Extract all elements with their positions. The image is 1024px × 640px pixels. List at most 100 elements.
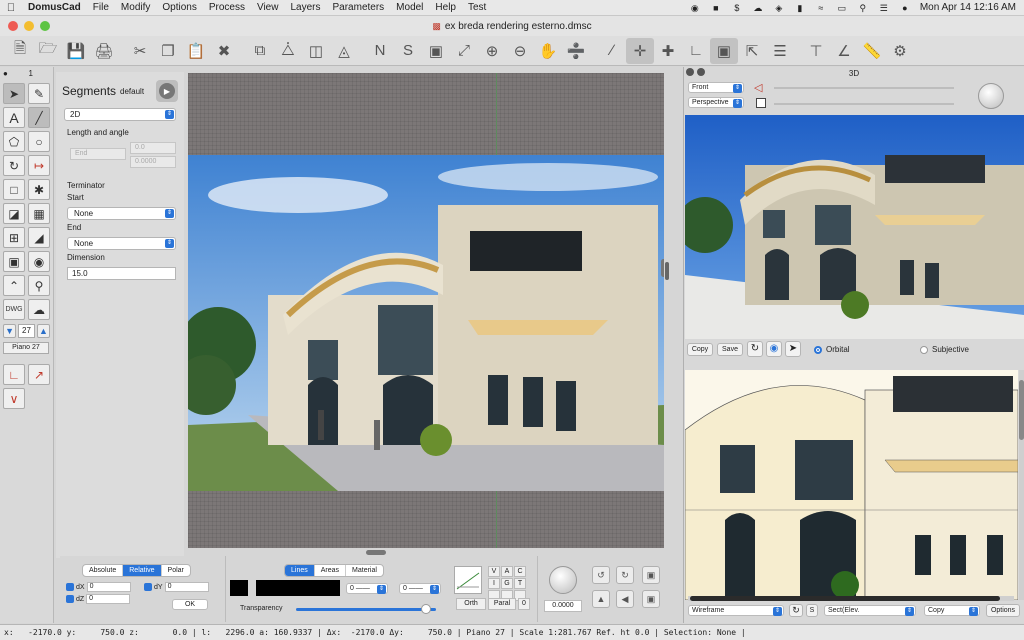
projection-select[interactable]: Perspective ⇕ [688, 97, 744, 108]
select-arrow-icon[interactable]: ⇱ [738, 38, 766, 64]
snap-i[interactable]: I [488, 578, 500, 589]
transparency-slider-knob[interactable] [421, 604, 432, 614]
fit-selection-icon[interactable]: ▣ [422, 38, 450, 64]
paral-button[interactable]: Paral [488, 598, 516, 610]
diagonal-tool-icon[interactable]: ↗ [28, 364, 50, 385]
hatch-tool-icon[interactable]: ▦ [28, 203, 50, 224]
close-window-icon[interactable] [8, 21, 18, 31]
snap-point-icon[interactable]: ✚ [654, 38, 682, 64]
rotate-ccw-icon[interactable]: ↺ [592, 566, 610, 584]
canvas-vertical-scroll[interactable] [661, 259, 664, 277]
wireframe-scroll-thumb[interactable] [1019, 380, 1024, 440]
control-center-icon[interactable]: ☰ [878, 3, 890, 13]
rotate-90-icon[interactable]: ↻ [616, 566, 634, 584]
cut-icon[interactable]: ✂ [126, 38, 154, 64]
text-tool-icon[interactable]: A [3, 107, 25, 128]
3d-copy-button[interactable]: Copy [687, 343, 713, 356]
asterisk-tool-icon[interactable]: ✱ [28, 179, 50, 200]
menu-help[interactable]: Help [429, 2, 462, 13]
mode-select[interactable]: 2D ⇕ [64, 108, 176, 121]
dollar-icon[interactable]: $ [731, 3, 743, 13]
palette-close-icon[interactable]: ● [3, 69, 8, 78]
polygon-tool-icon[interactable]: ⬠ [3, 131, 25, 152]
menu-model[interactable]: Model [390, 2, 429, 13]
zero-button[interactable]: 0 [518, 598, 530, 610]
pan-hand-icon[interactable]: ✋ [534, 38, 562, 64]
group-icon[interactable]: ◫ [302, 38, 330, 64]
zoom-in-icon[interactable]: ⊕ [478, 38, 506, 64]
wireframe-viewport[interactable] [685, 370, 1018, 600]
line-tool-icon[interactable]: ∕ [598, 38, 626, 64]
s-button[interactable]: S [806, 604, 818, 617]
wireframe-vertical-scroll[interactable] [1019, 370, 1024, 600]
line-color-swatch[interactable] [230, 580, 248, 596]
arc-tool-icon[interactable]: ↻ [3, 155, 25, 176]
cloud-tool-icon[interactable]: ☁ [28, 299, 50, 320]
dwg-import-icon[interactable]: DWG [3, 299, 25, 320]
menu-file[interactable]: File [87, 2, 115, 13]
menu-modify[interactable]: Modify [115, 2, 156, 13]
refresh-icon[interactable]: ↻ [747, 341, 763, 357]
circle-tool-icon[interactable]: ○ [28, 131, 50, 152]
angle-input[interactable]: 0.0000 [544, 600, 582, 612]
snap-c[interactable]: C [514, 566, 526, 577]
style-tabs[interactable]: Lines Areas Material [284, 564, 384, 577]
window-tool-icon[interactable]: ⊞ [3, 227, 25, 248]
coord-absolute-tab[interactable]: Absolute [83, 565, 124, 576]
rotation-dial[interactable] [978, 83, 1004, 109]
light-tool-icon[interactable]: ⚲ [28, 275, 50, 296]
line-pattern-swatch[interactable] [256, 580, 340, 596]
stair-tool-icon[interactable]: ◢ [28, 227, 50, 248]
menu-process[interactable]: Process [203, 2, 251, 13]
dy-input[interactable]: 0 [164, 582, 209, 592]
snap-a[interactable]: A [501, 566, 513, 577]
layers-list-icon[interactable]: ☰ [766, 38, 794, 64]
drawing-canvas[interactable] [188, 73, 664, 548]
dx-input[interactable]: 0 [86, 582, 131, 592]
run-button[interactable]: ▶ [156, 80, 178, 102]
canvas-horizontal-scroll[interactable] [366, 550, 386, 555]
record-icon[interactable]: ◉ [689, 3, 701, 13]
line-width-select[interactable]: 0 —— ⇕ [346, 583, 388, 594]
copy-select[interactable]: Copy ⇕ [924, 605, 980, 616]
snap-preview[interactable] [454, 566, 482, 594]
print-icon[interactable]: 🖨 [90, 38, 118, 64]
3d-viewport[interactable] [685, 115, 1024, 339]
speaker-cone-icon[interactable]: ◁ [754, 81, 762, 94]
menu-test[interactable]: Test [462, 2, 492, 13]
copy-icon[interactable]: ❐ [154, 38, 182, 64]
zoom-window-icon[interactable] [40, 21, 50, 31]
measure-tool-icon[interactable]: ↦ [28, 155, 50, 176]
menu-layers[interactable]: Layers [284, 2, 326, 13]
dimension-input[interactable]: 15.0 [67, 267, 176, 280]
box-toggle-icon[interactable] [756, 98, 766, 108]
menubar-clock[interactable]: Mon Apr 14 12:16 AM [920, 2, 1016, 13]
apple-icon[interactable]:  [0, 2, 22, 14]
start-select[interactable]: None ⇕ [67, 207, 176, 220]
dy-checkbox[interactable] [144, 583, 152, 591]
wall-tool-icon[interactable]: ◪ [3, 203, 25, 224]
3d-box-icon[interactable]: ⚙ [886, 38, 914, 64]
snap-g[interactable]: G [501, 578, 513, 589]
rectangle-tool-icon[interactable]: □ [3, 179, 25, 200]
lock-angle-icon[interactable]: ▣ [642, 590, 660, 608]
cloud-icon[interactable]: ☁ [752, 3, 764, 13]
tab-material[interactable]: Material [346, 565, 383, 576]
length-field[interactable]: 0.0 [130, 142, 176, 154]
dx-checkbox[interactable] [66, 583, 74, 591]
siri-icon[interactable]: ● [899, 3, 911, 13]
wire-refresh-icon[interactable]: ↻ [789, 604, 803, 617]
line-style-select[interactable]: 0 —— ⇕ [399, 583, 441, 594]
section-select[interactable]: Sect(Elev. ⇕ [824, 605, 916, 616]
wireframe-hscroll-thumb[interactable] [690, 596, 1000, 601]
save-icon[interactable]: 💾 [62, 38, 90, 64]
fov-slider[interactable] [774, 87, 954, 89]
shield-icon[interactable]: ◈ [773, 3, 785, 13]
ok-button[interactable]: OK [172, 599, 208, 610]
3d-save-button[interactable]: Save [717, 343, 743, 356]
roof-tool-icon[interactable]: ⌃ [3, 275, 25, 296]
piano-number[interactable]: 27 [18, 324, 35, 338]
furniture-tool-icon[interactable]: ▣ [3, 251, 25, 272]
ruler-icon[interactable]: 📏 [858, 38, 886, 64]
menu-app[interactable]: DomusCad [22, 2, 87, 13]
